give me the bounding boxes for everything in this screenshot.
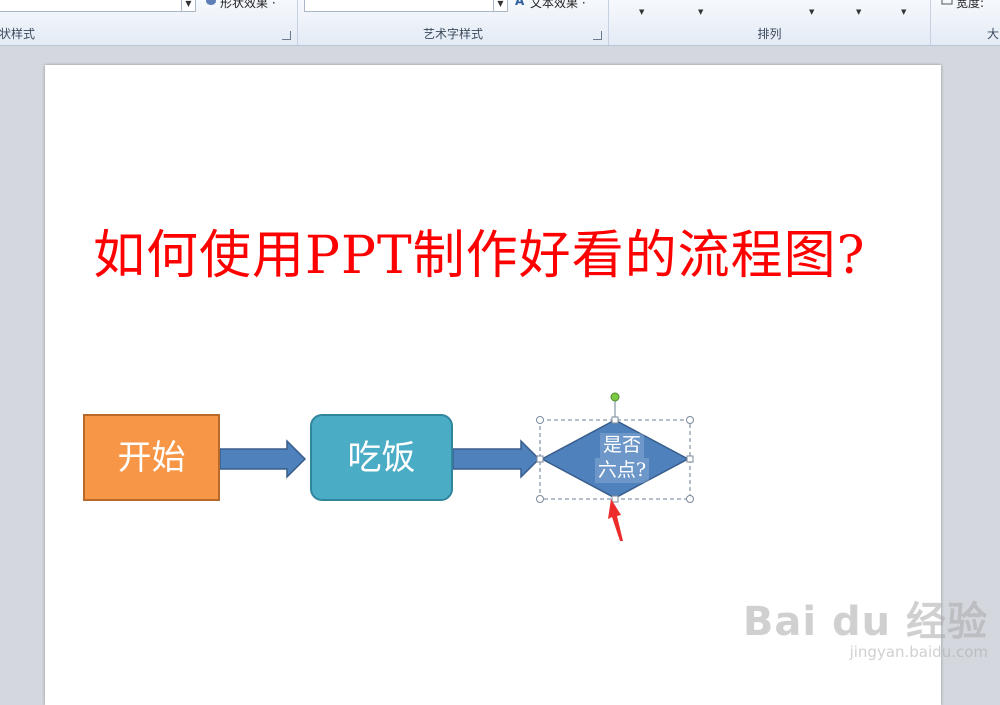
flow-eat-box[interactable]: 吃饭 bbox=[310, 414, 453, 501]
chevron-down-icon[interactable]: ▼ bbox=[856, 8, 861, 16]
flow-start-box[interactable]: 开始 bbox=[83, 414, 220, 501]
flow-eat-label: 吃饭 bbox=[347, 438, 416, 478]
text-effects-icon: A bbox=[515, 0, 525, 8]
shape-effects-icon bbox=[206, 0, 216, 5]
shape-styles-label: 状样式 bbox=[0, 27, 36, 41]
watermark-brand: Bai du 经验 bbox=[742, 599, 988, 645]
size-label: 大 bbox=[987, 27, 1000, 41]
shape-styles-group: ▼ 形状效果 · 状样式 bbox=[0, 0, 298, 45]
wordart-styles-label: 艺术字样式 bbox=[422, 27, 483, 41]
text-effects-button[interactable]: 文本效果 · bbox=[530, 0, 586, 11]
shape-effects-button[interactable]: 形状效果 · bbox=[220, 0, 276, 11]
flow-arrow-eat-to-decision[interactable] bbox=[452, 439, 541, 479]
chevron-down-icon[interactable]: ▼ bbox=[493, 0, 507, 11]
baidu-watermark: Bai du 经验 jingyan.baidu.com bbox=[743, 589, 988, 661]
flow-start-label: 开始 bbox=[117, 438, 186, 478]
chevron-down-icon[interactable]: ▼ bbox=[809, 8, 814, 16]
wordart-style-gallery[interactable]: ▼ bbox=[304, 0, 508, 12]
chevron-down-icon[interactable]: ▼ bbox=[639, 8, 644, 16]
width-label: 宽度: bbox=[956, 0, 985, 10]
wordart-styles-group: ▼ A 文本效果 · 艺术字样式 bbox=[298, 0, 609, 45]
dialog-launcher-icon[interactable] bbox=[282, 31, 291, 40]
decision-line-2: 六点? bbox=[594, 458, 650, 483]
width-icon bbox=[941, 0, 953, 5]
flow-arrow-start-to-eat[interactable] bbox=[219, 439, 307, 479]
chevron-down-icon[interactable]: ▼ bbox=[181, 0, 195, 11]
rotation-handle[interactable] bbox=[610, 392, 620, 402]
chevron-down-icon[interactable]: ▼ bbox=[698, 8, 703, 16]
size-group: 宽度: 大 bbox=[931, 0, 1000, 45]
shape-style-gallery[interactable]: ▼ bbox=[0, 0, 196, 12]
red-pointer-arrow-icon bbox=[608, 499, 623, 541]
decision-line-1: 是否 bbox=[599, 433, 644, 458]
dialog-launcher-icon[interactable] bbox=[593, 31, 602, 40]
decision-text[interactable]: 是否 六点? bbox=[579, 433, 665, 483]
arrange-label: 排列 bbox=[757, 27, 782, 41]
chevron-down-icon[interactable]: ▼ bbox=[901, 8, 906, 16]
ribbon: ▼ 形状效果 · 状样式 ▼ A 文本效果 · 艺术字样式 ▼ ▼ ▼ ▼ ▼ … bbox=[0, 0, 1000, 46]
arrange-group: ▼ ▼ ▼ ▼ ▼ 排列 bbox=[609, 0, 931, 45]
